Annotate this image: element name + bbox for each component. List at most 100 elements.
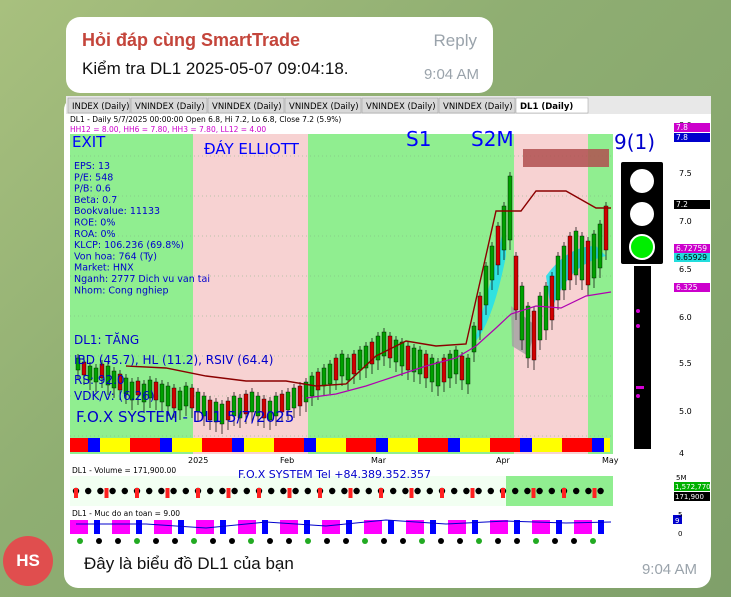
volume-bar	[135, 488, 139, 498]
color-strip-cell	[250, 438, 256, 452]
color-strip-cell	[472, 438, 478, 452]
safety-cell	[88, 520, 94, 534]
color-strip-cell	[238, 438, 244, 452]
volume-dot	[170, 487, 177, 495]
price-badge-label: 6.65929	[676, 253, 707, 262]
color-strip-cell	[154, 438, 160, 452]
x-axis-label: Apr	[496, 456, 511, 465]
safety-dot	[495, 538, 501, 544]
color-strip-cell	[574, 438, 580, 452]
signal-label: 9(1)	[614, 130, 655, 154]
color-strip-cell	[352, 438, 358, 452]
price-candle	[603, 205, 609, 251]
safety-cell	[514, 520, 520, 534]
color-strip-cell	[598, 438, 604, 452]
price-candle	[327, 363, 333, 385]
color-strip-cell	[454, 438, 460, 452]
volume-bar	[165, 488, 170, 498]
color-strip-cell	[172, 438, 178, 452]
safety-cell	[376, 520, 382, 534]
stat-line: Nhom: Cong nghiep	[74, 285, 169, 296]
volume-bar	[440, 488, 444, 498]
volume-dot	[597, 487, 604, 495]
price-badge-label: 6.72759	[676, 244, 707, 253]
color-strip-cell	[520, 438, 526, 452]
volume-dot	[402, 487, 409, 495]
chart-tab-label: INDEX (Daily)	[72, 102, 129, 112]
safety-cell	[94, 520, 100, 534]
safety-cell	[142, 520, 148, 534]
safety-cell	[460, 520, 466, 534]
color-strip-cell	[328, 438, 334, 452]
safety-cell	[250, 520, 256, 534]
reply-label[interactable]: Reply	[434, 31, 477, 51]
volume-dot	[182, 487, 189, 495]
price-candle	[501, 205, 507, 251]
color-strip-cell	[334, 438, 340, 452]
x-axis-label: Mar	[371, 456, 387, 465]
color-strip-cell	[142, 438, 148, 452]
color-strip-cell	[280, 438, 286, 452]
x-axis-label: May	[602, 456, 619, 465]
volume-bar	[74, 488, 78, 498]
safety-cell	[166, 520, 172, 534]
color-strip-cell	[178, 438, 184, 452]
color-strip-cell	[346, 438, 352, 452]
safety-cell	[292, 520, 298, 534]
chart-image[interactable]: INDEX (Daily) VNINDEX (Daily) VNINDEX (Dai…	[66, 96, 711, 548]
safety-dot	[172, 538, 178, 544]
safety-dot	[191, 538, 197, 544]
volume-dot	[341, 487, 348, 495]
price-candle	[399, 341, 405, 367]
color-strip-cell	[376, 438, 382, 452]
color-strip-cell	[166, 438, 172, 452]
dl1-status: DL1: TĂNG	[74, 332, 139, 347]
safety-dot	[134, 538, 140, 544]
safety-cell	[286, 520, 292, 534]
price-candle	[183, 385, 189, 407]
volume-dot	[463, 487, 470, 495]
y-tick-label: 4	[679, 449, 684, 458]
volume-dot	[292, 487, 299, 495]
color-strip-cell	[508, 438, 514, 452]
safety-cell	[370, 520, 376, 534]
volume-dot	[414, 487, 421, 495]
stat-line: ROA: 0%	[74, 229, 116, 240]
color-strip-cell	[430, 438, 436, 452]
color-strip-cell	[364, 438, 370, 452]
safety-dot	[210, 538, 216, 544]
price-badge-label: 7.8	[676, 123, 688, 132]
color-strip-cell	[214, 438, 220, 452]
price-candle	[159, 383, 165, 403]
price-candle	[315, 371, 321, 391]
color-strip-cell	[226, 438, 232, 452]
volume-tick: 5M	[676, 474, 687, 482]
color-strip-cell	[550, 438, 556, 452]
safety-cell	[334, 520, 340, 534]
sender-name[interactable]: Hỏi đáp cùng SmartTrade	[82, 30, 300, 51]
price-candle	[567, 235, 573, 281]
tel-label: F.O.X SYSTEM Tel +84.389.352.357	[238, 468, 431, 481]
rs-line: RS: 92.0	[74, 373, 125, 387]
chart-tab-label: VNINDEX (Daily)	[443, 102, 513, 112]
safety-dot	[286, 538, 292, 544]
safety-dot	[115, 538, 121, 544]
safety-cell	[574, 520, 580, 534]
color-strip-cell	[106, 438, 112, 452]
safety-cell	[178, 520, 184, 534]
volume-bar	[348, 488, 353, 498]
system-label: F.O.X SYSTEM - DL1 5/7/2025	[76, 408, 294, 426]
safety-cell	[298, 520, 304, 534]
price-candle	[477, 295, 483, 331]
price-candle	[507, 175, 513, 241]
volume-bar	[287, 488, 292, 498]
color-strip-cell	[502, 438, 508, 452]
volume-dot	[487, 487, 494, 495]
safety-cell	[280, 520, 286, 534]
avatar[interactable]: HS	[3, 536, 53, 586]
volume-bar	[226, 488, 231, 498]
safety-tick-5: 5	[678, 511, 682, 519]
color-strip-cell	[412, 438, 418, 452]
stat-line: KLCP: 106.236 (69.8%)	[74, 240, 184, 251]
safety-dot	[362, 538, 368, 544]
